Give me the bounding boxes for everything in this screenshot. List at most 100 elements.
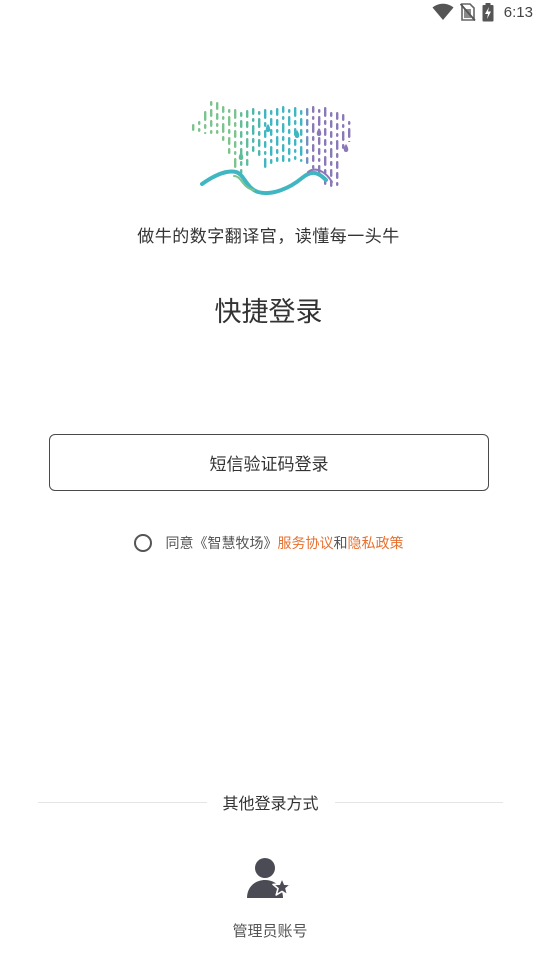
logo-bar-segment <box>204 111 207 121</box>
agreement-radio[interactable] <box>133 534 152 552</box>
logo-bar-segment <box>270 159 273 164</box>
logo-bar-segment <box>288 129 291 134</box>
logo-bar-segment <box>216 130 219 134</box>
logo-bar-segment <box>240 161 243 166</box>
logo-bar-segment <box>294 156 297 160</box>
logo-bar-segment <box>234 130 237 138</box>
privacy-policy-link[interactable]: 隐私政策 <box>348 533 404 553</box>
logo-bar-segment <box>222 106 225 113</box>
logo-bar-segment <box>276 157 279 162</box>
logo-bar-segment <box>228 109 231 113</box>
logo-bar-segment <box>312 144 315 152</box>
logo-bar-segment <box>234 141 237 148</box>
logo-bar-segment <box>342 114 345 121</box>
logo-bar-segment <box>240 131 243 138</box>
logo-bar-segment <box>342 124 345 128</box>
logo-bar-segment <box>258 118 261 128</box>
logo-bar-segment <box>228 148 231 154</box>
logo-bar-segment <box>252 118 255 122</box>
logo-droplet <box>343 144 349 152</box>
logo-bar-segment <box>258 111 261 115</box>
logo-bar-segment <box>252 146 255 152</box>
logo-bar-segment <box>192 124 195 131</box>
logo-bar-segment <box>288 109 291 113</box>
logo-bar-segment <box>228 116 231 126</box>
logo-bar-segment <box>276 149 279 154</box>
logo-bar-segment <box>306 129 309 133</box>
logo-bar-segment <box>276 136 279 146</box>
logo-bar-segment <box>300 118 303 126</box>
agreement-prefix: 同意《智慧牧场》 <box>165 536 278 552</box>
logo-bar-segment <box>198 128 201 132</box>
logo-bar-segment <box>348 128 351 138</box>
agreement-row: 同意《智慧牧场》 服务协议 和 隐私政策 <box>0 533 537 553</box>
logo-bar-segment <box>318 137 321 145</box>
logo-bar-segment <box>198 121 201 125</box>
app-logo <box>186 92 358 198</box>
logo-bar-segment <box>336 112 339 120</box>
logo-bar-segment <box>258 139 261 147</box>
logo-bar-segment <box>270 129 273 136</box>
wifi-icon <box>432 3 454 21</box>
logo-bar-segment <box>246 151 249 156</box>
logo-bar-segment <box>300 110 303 115</box>
logo-bar-segment <box>270 110 273 115</box>
logo-bar-segment <box>324 128 327 136</box>
logo-bar-segment <box>294 139 297 146</box>
logo-droplet <box>316 128 322 136</box>
logo-bar-segment <box>288 137 291 145</box>
logo-bar-segment <box>336 172 339 179</box>
logo-bar-segment <box>282 136 285 141</box>
logo-bar-segment <box>336 133 339 137</box>
logo-bar-segment <box>324 156 327 166</box>
logo-bar-segment <box>324 107 327 117</box>
logo-bar-segment <box>342 131 345 141</box>
logo-droplet <box>238 152 244 160</box>
logo-bar-segment <box>246 138 249 148</box>
logo-bar-segment <box>288 148 291 155</box>
logo-bar-segment <box>264 130 267 138</box>
logo-bar-segment <box>258 131 261 136</box>
admin-login-button[interactable]: 管理员账号 <box>218 856 322 941</box>
logo-bar-segment <box>300 139 303 143</box>
logo-bar-segment <box>222 136 225 141</box>
logo-bar-segment <box>318 116 321 126</box>
logo-bar-segment <box>330 112 333 117</box>
logo-bar-segment <box>276 129 279 133</box>
logo-bar-segment <box>312 106 315 113</box>
logo-bar-segment <box>246 121 249 128</box>
logo-bar-segment <box>336 153 339 158</box>
logo-bar-segment <box>294 149 297 153</box>
sms-login-button[interactable]: 短信验证码登录 <box>49 434 489 491</box>
logo-bar-segment <box>264 151 267 155</box>
logo-droplet <box>265 124 271 132</box>
logo-bar-segment <box>240 141 243 145</box>
logo-bar-segment <box>210 130 213 134</box>
agreement-conjunction: 和 <box>333 536 348 552</box>
divider-line-right <box>334 801 504 803</box>
logo-bar-segment <box>324 149 327 153</box>
logo-bar-segment <box>306 119 309 126</box>
logo-bar-segment <box>246 159 249 166</box>
page-title: 快捷登录 <box>214 297 323 328</box>
logo-bar-segment <box>282 123 285 133</box>
logo-bar-segment <box>336 140 339 150</box>
battery-charging-icon <box>482 2 494 22</box>
logo-bar-segment <box>246 110 249 118</box>
logo-bar-segment <box>330 120 333 128</box>
logo-bar-segment <box>318 158 321 162</box>
logo-bar-segment <box>336 123 339 130</box>
logo-bar-segment <box>252 108 255 115</box>
logo-bar-segment <box>282 116 285 120</box>
logo-bar-segment <box>312 123 315 133</box>
cow-data-logo <box>192 101 351 195</box>
logo-bar-segment <box>300 146 303 156</box>
divider-line-left <box>38 801 207 803</box>
logo-bar-segment <box>312 136 315 141</box>
logo-bar-segment <box>336 182 339 186</box>
logo-bar-segment <box>330 131 333 138</box>
logo-bar-segment <box>282 106 285 113</box>
service-agreement-link[interactable]: 服务协议 <box>278 533 334 553</box>
logo-bar-segment <box>312 116 315 120</box>
logo-bar-segment <box>204 124 207 129</box>
